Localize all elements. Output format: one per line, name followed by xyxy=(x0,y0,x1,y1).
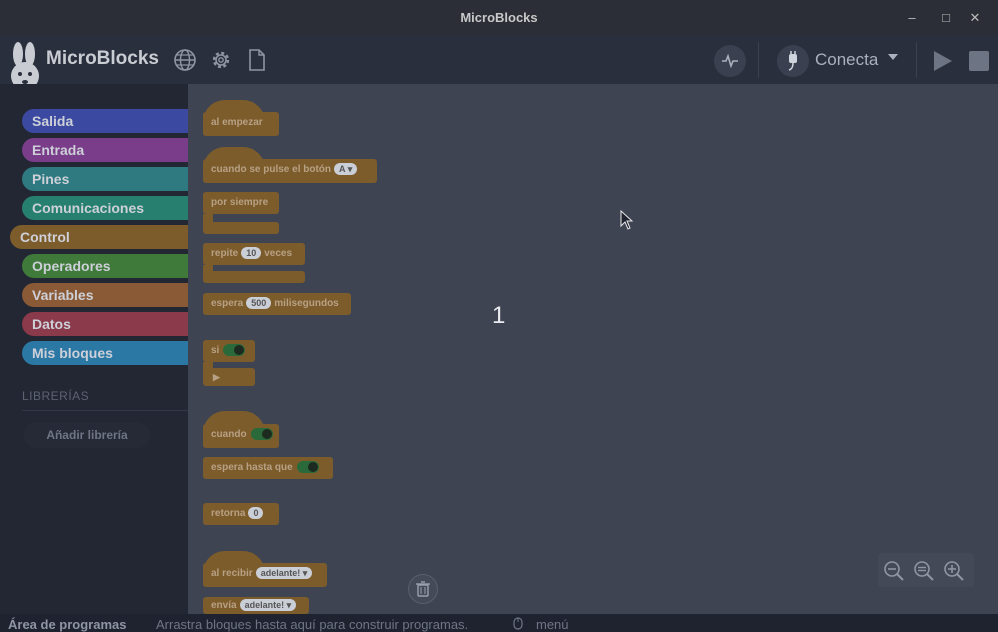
category-sidebar: Salida Entrada Pines Comunicaciones Cont… xyxy=(0,84,188,631)
block-label: retorna xyxy=(211,508,246,519)
step-number-overlay: 1 xyxy=(492,302,506,329)
connect-button[interactable] xyxy=(777,45,809,77)
category-operadores[interactable]: Operadores xyxy=(22,254,188,278)
dropdown-value: adelante! xyxy=(244,600,285,611)
app-name: MicroBlocks xyxy=(46,48,159,69)
boolean-slot[interactable] xyxy=(223,344,246,357)
category-label: Operadores xyxy=(32,258,111,274)
block-label: envía xyxy=(211,600,237,611)
block-repite[interactable]: repite 10 veces xyxy=(203,243,305,265)
category-label: Control xyxy=(20,229,70,245)
block-label: espera xyxy=(211,298,244,309)
category-salida[interactable]: Salida xyxy=(22,109,188,133)
category-label: Variables xyxy=(32,287,94,303)
category-datos[interactable]: Datos xyxy=(22,312,188,336)
status-bar: Área de programas Arrastra bloques hasta… xyxy=(0,614,998,632)
message-dropdown[interactable]: adelante! ▾ xyxy=(255,567,313,580)
status-menu-hint: menú xyxy=(536,617,569,632)
add-library-button[interactable]: Añadir librería xyxy=(24,422,150,448)
category-label: Mis bloques xyxy=(32,345,113,361)
category-label: Salida xyxy=(32,113,74,129)
pulse-icon xyxy=(722,53,738,69)
category-label: Entrada xyxy=(32,142,85,158)
block-si[interactable]: si xyxy=(203,340,255,362)
category-label: Datos xyxy=(32,316,71,332)
mouse-cursor-icon xyxy=(620,210,634,230)
libraries-divider xyxy=(22,410,188,411)
dropdown-value: A xyxy=(339,164,346,175)
block-label: cuando xyxy=(211,429,247,440)
block-label: milisegundos xyxy=(274,298,339,309)
app-toolbar: MicroBlocks Conecta xyxy=(0,36,998,90)
connect-label[interactable]: Conecta xyxy=(815,50,878,70)
block-cuando[interactable]: cuando xyxy=(203,424,279,448)
block-label: por siempre xyxy=(211,197,269,208)
wait-ms-input[interactable]: 500 xyxy=(246,297,272,310)
toolbar-divider xyxy=(758,42,759,78)
block-por-siempre[interactable]: por siempre xyxy=(203,192,279,214)
block-label: al empezar xyxy=(211,117,263,128)
zoom-controls xyxy=(878,553,974,587)
close-icon[interactable]: ✕ xyxy=(966,9,984,27)
gear-icon[interactable] xyxy=(209,48,233,72)
block-espera[interactable]: espera 500 milisegundos xyxy=(203,293,351,315)
block-al-empezar[interactable]: al empezar xyxy=(203,112,279,136)
block-espera-hasta[interactable]: espera hasta que xyxy=(203,457,333,479)
block-al-recibir[interactable]: al recibir adelante! ▾ xyxy=(203,563,327,587)
plug-icon xyxy=(788,51,797,71)
trash-icon xyxy=(416,581,430,597)
category-label: Pines xyxy=(32,171,70,187)
category-variables[interactable]: Variables xyxy=(22,283,188,307)
status-hint: Arrastra bloques hasta aquí para constru… xyxy=(156,617,469,632)
dropdown-value: adelante! xyxy=(260,568,301,579)
category-pines[interactable]: Pines xyxy=(22,167,188,191)
category-label: Comunicaciones xyxy=(32,200,145,216)
globe-icon[interactable] xyxy=(173,48,197,72)
boolean-slot[interactable] xyxy=(296,461,319,474)
block-envia[interactable]: envía adelante! ▾ xyxy=(203,597,309,614)
return-value-input[interactable]: 0 xyxy=(248,507,264,520)
block-label: cuando se pulse el botón xyxy=(211,164,332,175)
zoom-in-icon[interactable] xyxy=(942,559,966,583)
block-label: repite xyxy=(211,248,239,259)
category-control[interactable]: Control xyxy=(10,225,188,249)
status-area-label: Área de programas xyxy=(8,617,127,632)
boolean-slot[interactable] xyxy=(250,428,273,441)
block-label: veces xyxy=(264,248,293,259)
block-label: al recibir xyxy=(211,568,253,579)
mouse-icon xyxy=(513,617,523,630)
stop-button[interactable] xyxy=(969,51,989,71)
window-titlebar: MicroBlocks ‒ □ ✕ xyxy=(0,0,998,36)
start-button[interactable] xyxy=(934,51,952,71)
message-dropdown[interactable]: adelante! ▾ xyxy=(239,599,297,612)
maximize-icon[interactable]: □ xyxy=(937,9,955,27)
repeat-count-input[interactable]: 10 xyxy=(241,247,262,260)
file-icon[interactable] xyxy=(245,48,269,72)
category-comunicaciones[interactable]: Comunicaciones xyxy=(22,196,188,220)
toolbar-divider xyxy=(916,42,917,78)
minimize-icon[interactable]: ‒ xyxy=(903,9,921,27)
chevron-down-icon[interactable] xyxy=(888,54,898,60)
window-title: MicroBlocks xyxy=(460,10,538,25)
block-si-expand[interactable]: ▶ xyxy=(203,368,255,386)
zoom-out-icon[interactable] xyxy=(882,559,906,583)
block-label: si xyxy=(211,345,220,356)
data-graph-button[interactable] xyxy=(714,45,746,77)
trash-button[interactable] xyxy=(408,574,438,604)
block-label: espera hasta que xyxy=(211,462,293,473)
libraries-heading: LIBRERÍAS xyxy=(22,389,90,403)
block-retorna[interactable]: retorna 0 xyxy=(203,503,279,525)
button-dropdown[interactable]: A ▾ xyxy=(334,163,358,176)
category-entrada[interactable]: Entrada xyxy=(22,138,188,162)
category-mis-bloques[interactable]: Mis bloques xyxy=(22,341,188,365)
block-cuando-boton[interactable]: cuando se pulse el botón A ▾ xyxy=(203,159,377,183)
zoom-reset-icon[interactable] xyxy=(912,559,936,583)
block-c-foot xyxy=(203,222,279,234)
block-c-foot xyxy=(203,271,305,283)
